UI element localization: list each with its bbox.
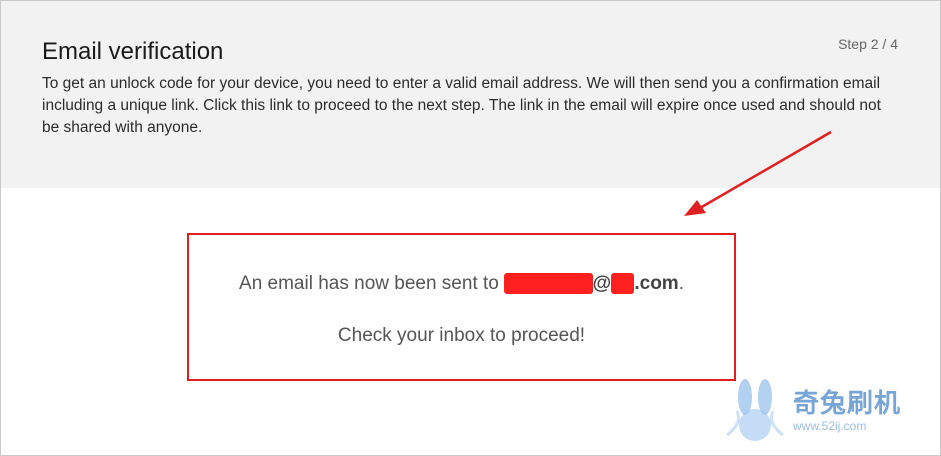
redacted-domain: xx (611, 273, 635, 294)
sent-suffix: . (678, 273, 684, 294)
rabbit-logo-icon (726, 379, 784, 441)
email-at: @ (592, 273, 612, 294)
proceed-message: Check your inbox to proceed! (337, 325, 586, 346)
email-sent-box: An email has now been sent to xxxxxxxx@x… (187, 233, 736, 381)
watermark-url: www.52ij.com (793, 419, 867, 433)
email-sent-message: An email has now been sent to xxxxxxxx@x… (189, 273, 734, 295)
sent-prefix: An email has now been sent to (239, 273, 505, 294)
watermark-brand: 奇兔刷机 (793, 388, 902, 418)
email-address: xxxxxxxx@xx.com (504, 273, 679, 294)
watermark: 奇兔刷机 www.52ij.com (723, 375, 933, 450)
email-domain-suffix: .com (634, 273, 679, 294)
redacted-username: xxxxxxxx (504, 273, 593, 294)
